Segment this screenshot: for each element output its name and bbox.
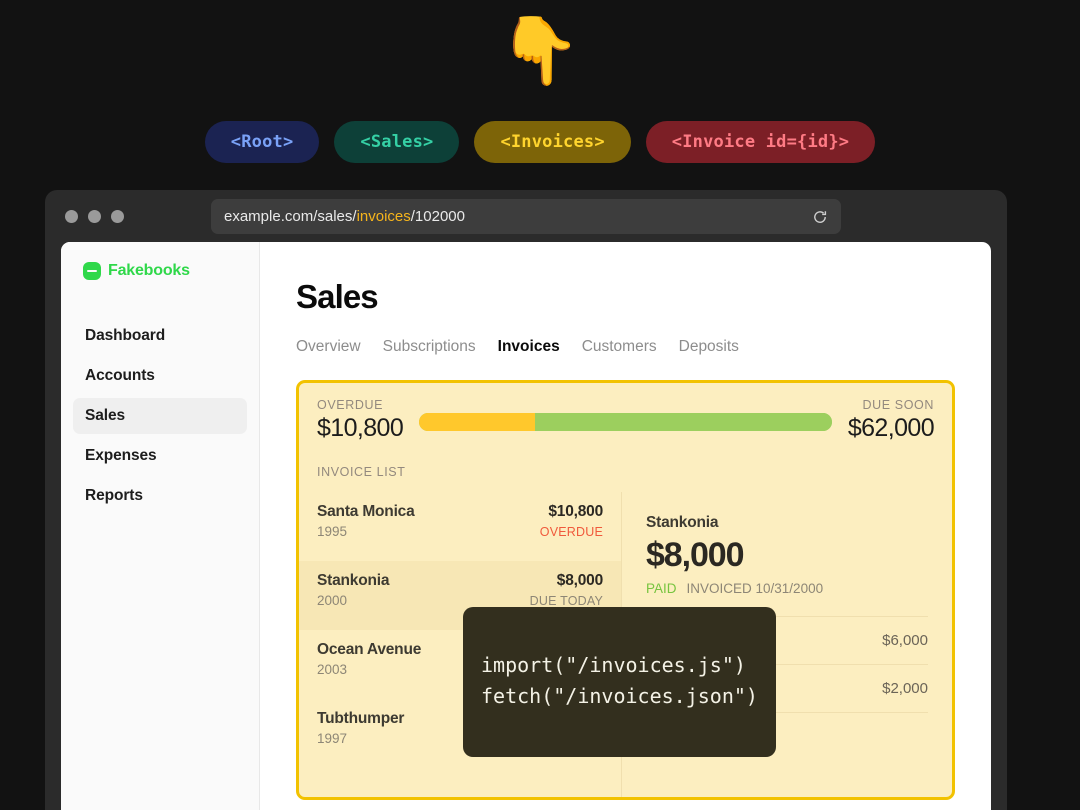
app-sidebar: Fakebooks Dashboard Accounts Sales Expen… bbox=[61, 242, 260, 810]
overdue-total: OVERDUE $10,800 bbox=[317, 398, 403, 443]
overdue-duesoon-bar bbox=[419, 413, 832, 431]
overdue-amount: $10,800 bbox=[317, 414, 403, 443]
invoice-year: 1997 bbox=[317, 731, 347, 746]
status-badge: DUE TODAY bbox=[530, 594, 603, 608]
sidebar-item-accounts[interactable]: Accounts bbox=[73, 358, 247, 394]
code-line-fetch: fetch("/invoices.json") bbox=[481, 684, 758, 708]
detail-invoiced-date: INVOICED 10/31/2000 bbox=[687, 581, 824, 596]
invoices-summary: OVERDUE $10,800 DUE SOON bbox=[299, 383, 952, 479]
due-soon-amount: $62,000 bbox=[848, 414, 934, 443]
route-pill-invoice[interactable]: <Invoice id={id}> bbox=[646, 121, 875, 163]
bar-segment-overdue bbox=[419, 413, 535, 431]
minimize-button-icon[interactable] bbox=[88, 210, 101, 223]
browser-chrome: example.com/sales/invoices/102000 bbox=[45, 190, 1007, 242]
sidebar-item-reports[interactable]: Reports bbox=[73, 478, 247, 514]
invoice-name: Ocean Avenue bbox=[317, 641, 421, 659]
tab-customers[interactable]: Customers bbox=[582, 338, 657, 356]
invoice-name: Tubthumper bbox=[317, 710, 404, 728]
invoice-amount: $10,800 bbox=[548, 503, 603, 521]
detail-meta: PAID INVOICED 10/31/2000 bbox=[646, 581, 928, 596]
invoice-year: 2003 bbox=[317, 662, 347, 677]
close-button-icon[interactable] bbox=[65, 210, 78, 223]
invoice-amount: $8,000 bbox=[557, 572, 603, 590]
pointing-down-hand-icon: 👇 bbox=[0, 18, 1080, 84]
overdue-duesoon-bar-wrap bbox=[403, 413, 848, 431]
code-callout: import("/invoices.js") fetch("/invoices.… bbox=[463, 607, 776, 757]
line-item-amount: $6,000 bbox=[882, 632, 928, 649]
detail-customer-name: Stankonia bbox=[646, 514, 928, 532]
invoice-list-label: INVOICE LIST bbox=[317, 465, 934, 479]
address-bar[interactable]: example.com/sales/invoices/102000 bbox=[211, 199, 841, 234]
totals-row: OVERDUE $10,800 DUE SOON bbox=[317, 398, 934, 443]
line-item-amount: $2,000 bbox=[882, 680, 928, 697]
code-line-import: import("/invoices.js") bbox=[481, 653, 746, 677]
tab-subscriptions[interactable]: Subscriptions bbox=[383, 338, 476, 356]
brand[interactable]: Fakebooks bbox=[61, 262, 259, 280]
bar-segment-due-soon bbox=[535, 413, 832, 431]
sidebar-item-sales[interactable]: Sales bbox=[73, 398, 247, 434]
url-suffix: /102000 bbox=[411, 208, 465, 225]
url-prefix: example.com/sales/ bbox=[224, 208, 357, 225]
url-highlight: invoices bbox=[357, 208, 411, 225]
tab-overview[interactable]: Overview bbox=[296, 338, 361, 356]
reload-icon[interactable] bbox=[812, 209, 828, 225]
sidebar-nav: Dashboard Accounts Sales Expenses Report… bbox=[61, 318, 259, 514]
route-pill-root[interactable]: <Root> bbox=[205, 121, 320, 163]
route-pill-sales[interactable]: <Sales> bbox=[334, 121, 459, 163]
invoice-year: 2000 bbox=[317, 593, 347, 608]
sidebar-item-expenses[interactable]: Expenses bbox=[73, 438, 247, 474]
invoice-name: Santa Monica bbox=[317, 503, 415, 521]
sidebar-item-dashboard[interactable]: Dashboard bbox=[73, 318, 247, 354]
tab-deposits[interactable]: Deposits bbox=[679, 338, 739, 356]
invoice-name: Stankonia bbox=[317, 572, 389, 590]
url-text: example.com/sales/invoices/102000 bbox=[224, 208, 812, 225]
detail-amount: $8,000 bbox=[646, 536, 928, 575]
tab-invoices[interactable]: Invoices bbox=[498, 338, 560, 356]
screenshot-root: 👇 <Root> <Sales> <Invoices> <Invoice id=… bbox=[0, 0, 1080, 810]
zoom-button-icon[interactable] bbox=[111, 210, 124, 223]
table-row[interactable]: Santa Monica $10,800 1995 OVERDUE bbox=[299, 492, 621, 561]
page-title: Sales bbox=[296, 278, 991, 316]
due-soon-label: DUE SOON bbox=[848, 398, 934, 412]
invoice-year: 1995 bbox=[317, 524, 347, 539]
window-controls[interactable] bbox=[65, 210, 124, 223]
fakebooks-logo-icon bbox=[83, 262, 101, 280]
route-hierarchy: <Root> <Sales> <Invoices> <Invoice id={i… bbox=[0, 121, 1080, 163]
sales-tabs: Overview Subscriptions Invoices Customer… bbox=[296, 338, 991, 356]
due-soon-total: DUE SOON $62,000 bbox=[848, 398, 934, 443]
brand-name: Fakebooks bbox=[108, 262, 190, 280]
overdue-label: OVERDUE bbox=[317, 398, 403, 412]
route-pill-invoices[interactable]: <Invoices> bbox=[474, 121, 630, 163]
status-badge: OVERDUE bbox=[540, 525, 603, 539]
detail-status-badge: PAID bbox=[646, 581, 677, 596]
